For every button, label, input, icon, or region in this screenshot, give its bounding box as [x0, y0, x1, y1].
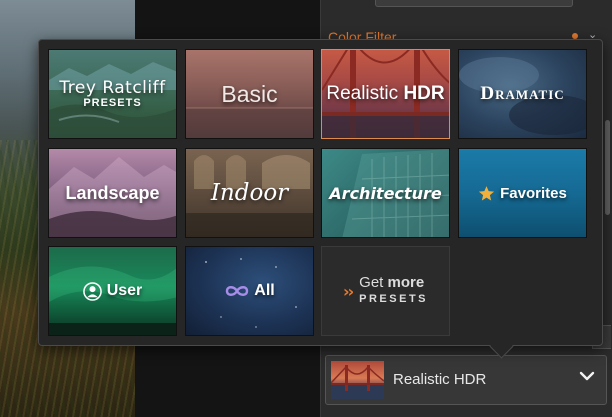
tile-label: User: [106, 282, 143, 299]
slider-track[interactable]: [375, 0, 573, 7]
tile-label: Dramatic: [480, 83, 565, 104]
chevron-down-icon[interactable]: [578, 367, 596, 385]
preset-tile-user[interactable]: User: [48, 246, 177, 336]
tile-label: Basic: [221, 80, 278, 107]
get-more-presets-tile[interactable]: ›› Get more PRESETS: [321, 246, 450, 336]
preset-tile-indoor[interactable]: Indoor: [185, 148, 314, 238]
preset-tile-realistic-hdr[interactable]: Realistic HDR: [321, 49, 450, 139]
double-chevron-icon: ››: [342, 281, 354, 301]
infinity-icon: [226, 286, 249, 296]
tile-label: Architecture: [329, 183, 442, 203]
preset-tile-all[interactable]: All: [185, 246, 314, 336]
preset-tile-favorites[interactable]: Favorites: [458, 148, 587, 238]
preset-dropdown[interactable]: Realistic HDR: [325, 355, 607, 405]
tile-label: Favorites: [500, 184, 567, 202]
tile-label: Get more: [359, 274, 425, 291]
star-icon: [479, 185, 495, 200]
preset-tile-landscape[interactable]: Landscape: [48, 148, 177, 238]
tile-label: Trey Ratcliff: [59, 78, 166, 98]
tile-sublabel: PRESETS: [83, 97, 142, 109]
tile-label: All: [254, 282, 275, 299]
preset-tile-dramatic[interactable]: Dramatic: [458, 49, 587, 139]
preset-tile-architecture[interactable]: Architecture: [321, 148, 450, 238]
tile-sublabel: PRESETS: [359, 293, 429, 305]
user-icon: [82, 281, 102, 301]
tile-label: Indoor: [210, 180, 289, 206]
preset-tile-trey-ratcliff[interactable]: Trey Ratcliff PRESETS: [48, 49, 177, 139]
preset-thumbnail: [331, 361, 384, 399]
tile-label: Landscape: [65, 182, 160, 203]
scrollbar-thumb[interactable]: [605, 120, 610, 215]
selected-preset-label: Realistic HDR: [393, 371, 487, 388]
tile-label: Realistic HDR: [326, 83, 445, 104]
preset-tile-basic[interactable]: Basic: [185, 49, 314, 139]
